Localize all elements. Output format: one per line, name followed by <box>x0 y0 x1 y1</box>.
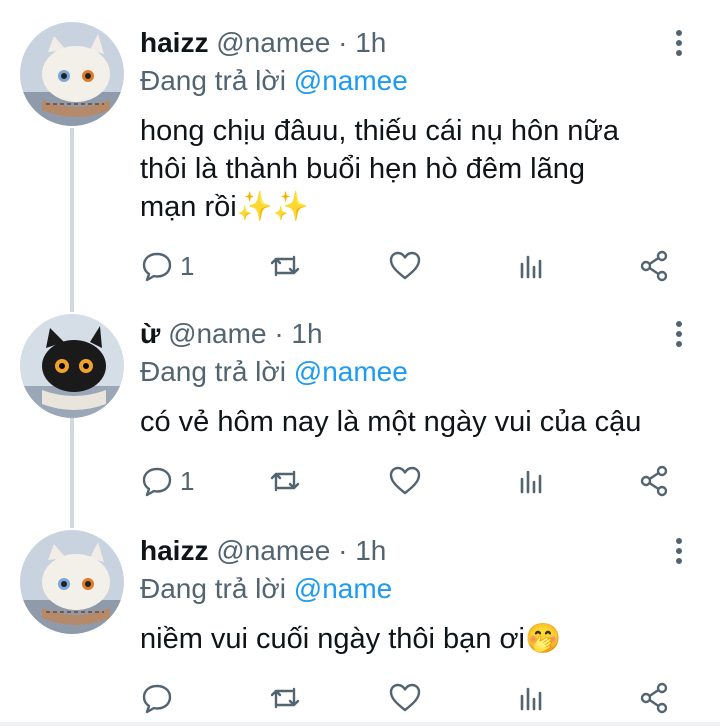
like-button[interactable] <box>388 248 422 284</box>
tweet-text-line: thôi là thành buổi hẹn hò đêm lãng <box>140 153 586 185</box>
display-name[interactable]: haizz <box>140 535 208 566</box>
more-vertical-icon[interactable] <box>666 28 694 62</box>
user-handle[interactable]: @namee <box>216 27 330 58</box>
tweet-text-line: niềm vui cuối ngày thôi bạn ơi <box>140 623 525 655</box>
reply-button[interactable]: 1 <box>140 463 194 499</box>
sparkles-emoji: ✨✨ <box>236 191 309 223</box>
analytics-icon <box>520 687 542 711</box>
heart-icon <box>389 683 421 712</box>
reply-count: 1 <box>180 250 195 281</box>
timestamp[interactable]: 1h <box>291 318 322 349</box>
reply-icon <box>142 684 172 714</box>
share-icon <box>640 465 668 497</box>
reply-button[interactable] <box>140 680 180 716</box>
tweet-text: có vẻ hôm nay là một ngày vui của cậu <box>140 403 700 441</box>
like-button[interactable] <box>388 680 422 716</box>
tweet-header: haizz @namee · 1h <box>140 534 386 568</box>
bottom-divider <box>0 722 720 726</box>
retweet-icon <box>270 470 300 492</box>
like-button[interactable] <box>388 463 422 499</box>
replying-to: Đang trả lời @namee <box>140 64 408 98</box>
separator-dot: · <box>338 535 348 566</box>
separator-dot: · <box>338 27 348 58</box>
timestamp[interactable]: 1h <box>355 27 386 58</box>
user-handle[interactable]: @namee <box>216 535 330 566</box>
views-button[interactable] <box>515 680 549 716</box>
replying-to-label: Đang trả lời <box>140 573 294 604</box>
tweet-actions: 1 <box>140 248 685 284</box>
replying-to: Đang trả lời @name <box>140 572 392 606</box>
replying-to-label: Đang trả lời <box>140 356 294 387</box>
share-button[interactable] <box>637 680 671 716</box>
tweet-header: ừ @name · 1h <box>140 317 323 351</box>
user-handle[interactable]: @name <box>168 318 266 349</box>
retweet-button[interactable] <box>268 680 302 716</box>
retweet-button[interactable] <box>268 463 302 499</box>
more-vertical-icon[interactable] <box>666 536 694 570</box>
timestamp[interactable]: 1h <box>355 535 386 566</box>
tweet-3[interactable]: haizz @namee · 1h Đang trả lời @name niề… <box>0 530 720 722</box>
tweet-actions <box>140 680 685 716</box>
mention-link[interactable]: @namee <box>294 356 408 387</box>
replying-to-label: Đang trả lời <box>140 65 294 96</box>
analytics-icon <box>520 255 542 279</box>
retweet-icon <box>270 687 300 709</box>
tweet-text-line: hong chịu đâuu, thiếu cái nụ hôn nữa <box>140 115 619 147</box>
tweet-header: haizz @namee · 1h <box>140 26 386 60</box>
heart-icon <box>389 251 421 280</box>
more-vertical-icon[interactable] <box>666 319 694 353</box>
share-button[interactable] <box>637 463 671 499</box>
heart-icon <box>389 466 421 495</box>
reply-icon <box>142 252 172 282</box>
avatar[interactable] <box>20 530 124 634</box>
replying-to: Đang trả lời @namee <box>140 355 408 389</box>
share-button[interactable] <box>637 248 671 284</box>
views-button[interactable] <box>515 463 549 499</box>
reply-button[interactable]: 1 <box>140 248 194 284</box>
display-name[interactable]: ừ <box>140 318 160 349</box>
tweet-text-line: mạn rồi <box>140 191 237 223</box>
tweet-actions: 1 <box>140 463 685 499</box>
reply-count: 1 <box>180 465 195 496</box>
tweet-1[interactable]: haizz @namee · 1h Đang trả lời @namee ho… <box>0 0 720 300</box>
avatar[interactable] <box>20 22 124 126</box>
share-icon <box>640 682 668 714</box>
mention-link[interactable]: @name <box>294 573 392 604</box>
retweet-icon <box>270 255 300 277</box>
tweet-text: hong chịu đâuu, thiếu cái nụ hôn nữa thô… <box>140 112 700 226</box>
tweet-text-line: có vẻ hôm nay là một ngày vui của cậu <box>140 406 642 438</box>
views-button[interactable] <box>515 248 549 284</box>
share-icon <box>640 250 668 282</box>
separator-dot: · <box>274 318 284 349</box>
face-with-hand-over-mouth-emoji: 🤭 <box>524 623 562 655</box>
retweet-button[interactable] <box>268 248 302 284</box>
display-name[interactable]: haizz <box>140 27 208 58</box>
mention-link[interactable]: @namee <box>294 65 408 96</box>
tweet-text: niềm vui cuối ngày thôi bạn ơi🤭 <box>140 620 700 658</box>
reply-icon <box>142 467 172 497</box>
avatar[interactable] <box>20 314 124 418</box>
analytics-icon <box>520 470 542 494</box>
tweet-2[interactable]: ừ @name · 1h Đang trả lời @namee có vẻ h… <box>0 300 720 530</box>
